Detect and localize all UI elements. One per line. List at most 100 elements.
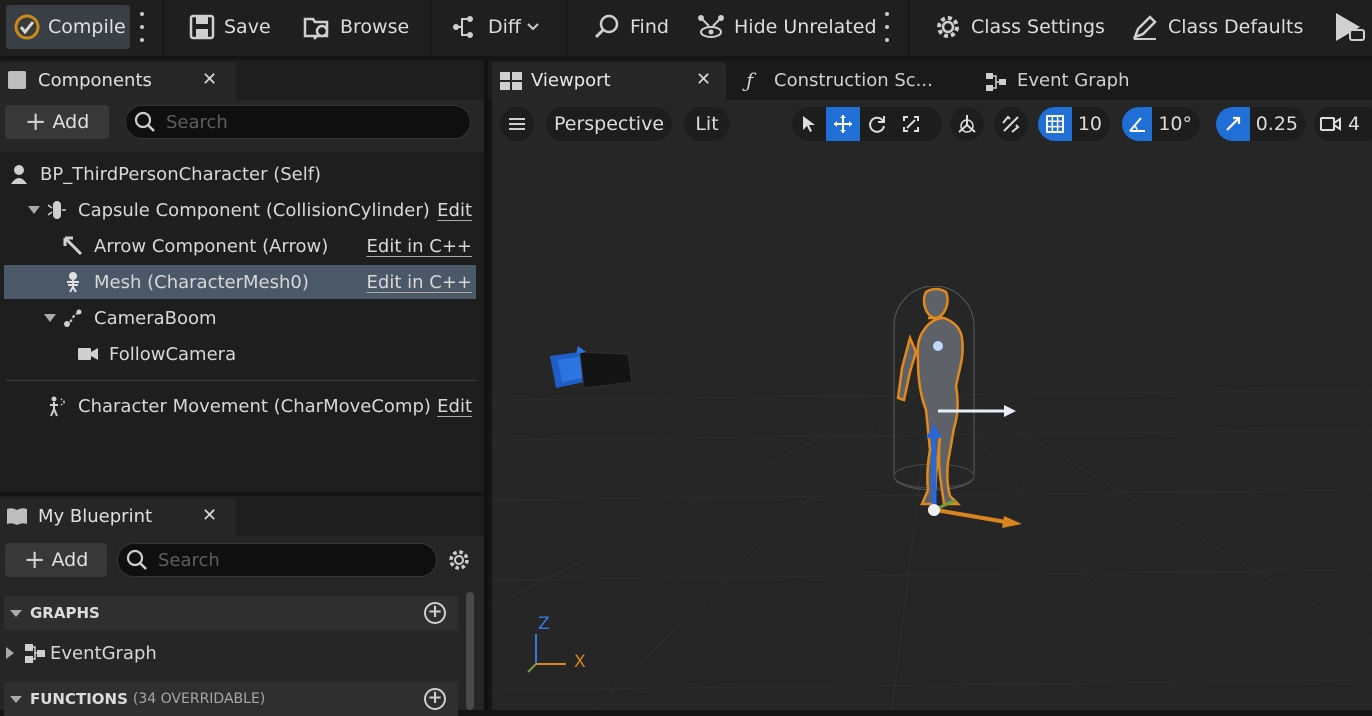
viewport-tab-icon [500, 72, 522, 94]
event-graph-item[interactable]: EventGraph [4, 636, 458, 670]
play-icon [1336, 13, 1365, 41]
scale-snap-group[interactable]: 0.25 [1216, 107, 1306, 141]
tree-item-capsule[interactable]: Capsule Component (CollisionCylinder) Ed… [4, 193, 476, 227]
hide-unrelated-icon [698, 15, 724, 38]
world-axis-icon [958, 115, 976, 133]
expand-arrow-icon[interactable] [44, 314, 56, 322]
arrow-component-icon [62, 235, 84, 257]
class-settings-button[interactable]: Class Settings [933, 6, 1105, 48]
perspective-label: Perspective [553, 113, 665, 135]
camera-speed-group[interactable]: 4 [1314, 107, 1372, 141]
tree-item-label: Character Movement (CharMoveComp) [78, 395, 431, 417]
collapse-arrow-icon[interactable] [10, 609, 22, 617]
search-icon [126, 549, 147, 570]
my-blueprint-tab[interactable]: My Blueprint ✕ [0, 498, 236, 536]
lit-button[interactable]: Lit [684, 107, 730, 141]
tab-viewport[interactable]: Viewport ✕ [492, 62, 726, 100]
axis-z-label: Z [538, 614, 550, 634]
character-mesh[interactable] [888, 286, 1038, 536]
tree-item-followcamera[interactable]: FollowCamera [4, 337, 476, 371]
tree-item-character-movement[interactable]: Character Movement (CharMoveComp) Edit [4, 389, 476, 423]
expand-arrow-icon[interactable] [6, 647, 14, 659]
divider [6, 380, 476, 381]
event-graph-label: EventGraph [50, 642, 157, 664]
graphs-section-header[interactable]: GRAPHS + [4, 596, 458, 630]
world-local-toggle[interactable] [950, 107, 984, 141]
plus-icon: + [24, 107, 47, 137]
perspective-button[interactable]: Perspective [546, 107, 672, 141]
book-icon [6, 506, 28, 530]
viewport-canvas[interactable]: Perspective Lit 10 10° 0.25 4 Z X [492, 100, 1372, 710]
compile-options-icon[interactable] [138, 12, 146, 42]
camera-speed-icon[interactable] [1314, 107, 1348, 141]
chevron-down-icon [527, 23, 539, 31]
main-toolbar: Compile Save Browse Diff Find Hide Unrel… [0, 0, 1372, 56]
edit-in-cpp-link[interactable]: Edit in C++ [367, 236, 472, 257]
add-component-button[interactable]: + Add [5, 105, 109, 139]
hide-unrelated-options-icon[interactable] [883, 12, 891, 42]
class-defaults-button[interactable]: Class Defaults [1130, 6, 1303, 48]
surface-snapping-toggle[interactable] [994, 107, 1028, 141]
edit-link[interactable]: Edit [437, 396, 472, 417]
add-function-icon[interactable]: + [424, 688, 446, 710]
scale-snap-value[interactable]: 0.25 [1250, 113, 1306, 135]
construction-tab-label: Construction Sc... [774, 70, 933, 91]
panel-splitter[interactable] [484, 60, 488, 710]
hide-unrelated-button[interactable]: Hide Unrelated [696, 6, 877, 48]
edit-in-cpp-link[interactable]: Edit in C++ [367, 272, 472, 293]
close-icon[interactable]: ✕ [696, 69, 711, 90]
viewport-tab-label: Viewport [531, 70, 611, 91]
save-icon [189, 14, 215, 40]
rotation-snap-group[interactable]: 10° [1122, 107, 1200, 141]
add-graph-icon[interactable]: + [424, 602, 446, 624]
close-icon[interactable]: ✕ [202, 69, 217, 90]
axis-x-label: X [574, 652, 586, 672]
tab-event-graph[interactable]: Event Graph [978, 62, 1198, 100]
grid-snap-icon[interactable] [1038, 107, 1072, 141]
scale-snap-icon[interactable] [1216, 107, 1250, 141]
add-component-label: Add [52, 111, 90, 133]
tree-item-self[interactable]: BP_ThirdPersonCharacter (Self) [4, 157, 476, 191]
scale-tool-icon[interactable] [894, 107, 928, 141]
add-blueprint-member-button[interactable]: + Add [5, 543, 107, 577]
camera-speed-value[interactable]: 4 [1348, 113, 1368, 135]
functions-section-header[interactable]: FUNCTIONS (34 OVERRIDABLE) + [4, 682, 458, 716]
expand-arrow-icon[interactable] [28, 206, 40, 214]
rotate-tool-icon[interactable] [860, 107, 894, 141]
collapse-arrow-icon[interactable] [10, 695, 22, 703]
grid-snap-value[interactable]: 10 [1072, 113, 1110, 135]
settings-gear-icon[interactable] [447, 548, 471, 576]
event-graph-tab-label: Event Graph [1017, 70, 1130, 91]
edit-link[interactable]: Edit [437, 200, 472, 221]
play-button[interactable] [1332, 6, 1372, 48]
select-tool-icon[interactable] [792, 107, 826, 141]
rotation-snap-value[interactable]: 10° [1152, 113, 1200, 135]
event-graph-icon [985, 71, 1007, 97]
viewport-options-button[interactable] [500, 107, 534, 141]
components-tab-icon [8, 71, 26, 89]
compile-button[interactable]: Compile [6, 5, 130, 49]
close-icon[interactable]: ✕ [202, 505, 217, 526]
scrollbar[interactable] [466, 592, 474, 710]
add-label: Add [51, 549, 89, 571]
tree-item-arrow[interactable]: Arrow Component (Arrow) Edit in C++ [4, 229, 476, 263]
tree-item-cameraboom[interactable]: CameraBoom [4, 301, 476, 335]
rotation-snap-icon[interactable] [1122, 107, 1153, 141]
diff-button[interactable]: Diff [450, 6, 549, 48]
tree-item-label: Arrow Component (Arrow) [94, 235, 329, 257]
tree-item-mesh[interactable]: Mesh (CharacterMesh0) Edit in C++ [4, 265, 476, 299]
find-button[interactable]: Find [592, 6, 669, 48]
translate-tool-icon[interactable] [826, 107, 860, 141]
tree-item-label: Capsule Component (CollisionCylinder) [78, 199, 430, 221]
browse-button[interactable]: Browse [302, 6, 409, 48]
components-search-input[interactable]: Search [125, 105, 471, 139]
class-defaults-icon [1132, 15, 1157, 40]
components-tab[interactable]: Components ✕ [0, 62, 236, 100]
class-defaults-label: Class Defaults [1168, 16, 1304, 38]
save-button[interactable]: Save [188, 6, 271, 48]
tab-construction-script[interactable]: ƒ Construction Sc... [736, 62, 962, 100]
grid-snap-group[interactable]: 10 [1038, 107, 1110, 141]
my-blueprint-search-input[interactable]: Search [117, 543, 437, 577]
follow-camera-gizmo[interactable] [548, 344, 634, 394]
transform-tools-group [792, 107, 942, 141]
